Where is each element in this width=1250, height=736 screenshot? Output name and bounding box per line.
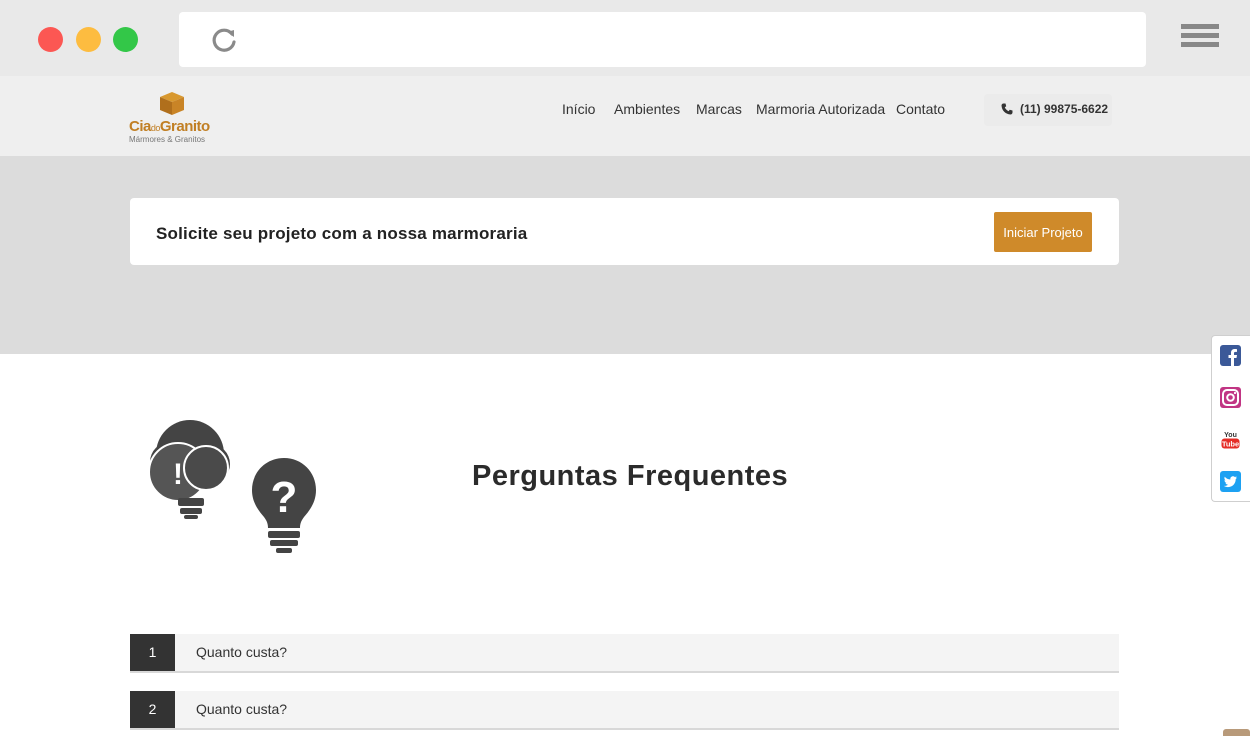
address-bar[interactable] xyxy=(179,12,1146,67)
faq-item-question: Quanto custa? xyxy=(196,644,288,660)
start-project-button[interactable]: Iniciar Projeto xyxy=(994,212,1092,252)
hamburger-menu-icon[interactable] xyxy=(1181,24,1219,55)
social-sidebar: You Tube xyxy=(1211,335,1250,502)
nav-item-marcas[interactable]: Marcas xyxy=(696,101,742,117)
reload-icon[interactable] xyxy=(209,25,239,55)
logo-box-icon xyxy=(160,92,184,115)
faq-item[interactable]: 2 Quanto custa? xyxy=(130,691,1119,730)
scroll-to-top-tab[interactable] xyxy=(1223,729,1250,736)
logo-tagline: Mármores & Granitos xyxy=(129,135,206,144)
faq-item-question: Quanto custa? xyxy=(196,701,288,717)
nav-item-ambientes[interactable]: Ambientes xyxy=(614,101,680,117)
logo-wordmark: CiadoGranito xyxy=(129,118,210,135)
site-header: CiadoGranito Mármores & Granitos Início … xyxy=(0,76,1250,156)
faq-title: Perguntas Frequentes xyxy=(472,460,789,492)
cta-card: Solicite seu projeto com a nossa marmora… xyxy=(130,198,1119,265)
lightbulb-question-icon: ! ? xyxy=(148,420,316,553)
faq-item-number: 1 xyxy=(130,634,175,671)
browser-chrome xyxy=(0,0,1250,76)
phone-icon xyxy=(1001,103,1013,115)
cta-banner: Solicite seu projeto com a nossa marmora… xyxy=(0,156,1250,354)
svg-text:!: ! xyxy=(173,458,183,491)
nav-item-contato[interactable]: Contato xyxy=(896,101,945,117)
instagram-icon[interactable] xyxy=(1220,387,1241,408)
maximize-window-button[interactable] xyxy=(113,27,138,52)
nav-item-inicio[interactable]: Início xyxy=(562,101,595,117)
faq-item-number: 2 xyxy=(130,691,175,728)
phone-contact[interactable]: (11) 99875-6622 xyxy=(984,94,1112,126)
svg-text:You: You xyxy=(1224,432,1237,439)
faq-item[interactable]: 1 Quanto custa? xyxy=(130,634,1119,673)
svg-text:Tube: Tube xyxy=(1222,439,1239,448)
phone-number: (11) 99875-6622 xyxy=(1020,102,1109,116)
twitter-icon[interactable] xyxy=(1220,471,1241,492)
facebook-icon[interactable] xyxy=(1220,345,1241,366)
svg-text:?: ? xyxy=(271,473,298,522)
nav-item-marmoria-autorizada[interactable]: Marmoria Autorizada xyxy=(756,101,885,117)
cta-heading: Solicite seu projeto com a nossa marmora… xyxy=(156,224,528,243)
site-logo[interactable]: CiadoGranito Mármores & Granitos xyxy=(128,88,223,144)
minimize-window-button[interactable] xyxy=(76,27,101,52)
close-window-button[interactable] xyxy=(38,27,63,52)
youtube-icon[interactable]: You Tube xyxy=(1220,429,1241,450)
